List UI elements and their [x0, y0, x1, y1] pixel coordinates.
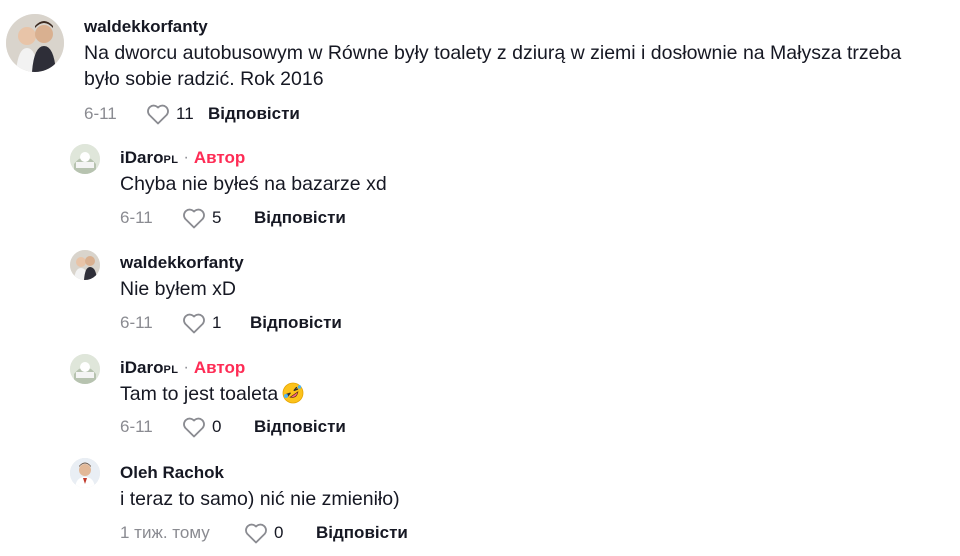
username[interactable]: Oleh Rachok	[120, 463, 224, 483]
comment-header: waldekkorfanty	[84, 16, 940, 38]
like-button[interactable]: 1	[182, 312, 250, 334]
comment-time: 1 тиж. тому	[120, 523, 210, 542]
username[interactable]: iDaroPL	[120, 358, 179, 378]
comment-content: Oleh Rachok i teraz to samo) nić nie zmi…	[120, 462, 940, 512]
reply-button[interactable]: Відповісти	[208, 104, 300, 124]
comment-content: waldekkorfanty Na dworcu autobusowym w R…	[84, 16, 940, 92]
like-count: 5	[212, 208, 222, 227]
heart-icon[interactable]	[182, 312, 206, 334]
comment-time: 6-11	[120, 313, 153, 332]
comment-header: Oleh Rachok	[120, 462, 940, 484]
comment-meta: 1 тиж. тому 0 Відповісти	[120, 520, 408, 546]
avatar[interactable]	[70, 250, 100, 280]
reply-button[interactable]: Відповісти	[250, 313, 342, 333]
rolling-laughing-emoji-icon	[282, 382, 304, 404]
avatar[interactable]	[70, 144, 100, 174]
comment-time: 6-11	[120, 417, 153, 436]
avatar[interactable]	[6, 14, 64, 72]
like-button[interactable]: 0	[244, 522, 316, 544]
comment-text: Na dworcu autobusowym w Równe były toale…	[84, 42, 902, 90]
username[interactable]: waldekkorfanty	[120, 253, 244, 273]
comment-header: iDaroPL · Автор	[120, 147, 940, 169]
heart-icon[interactable]	[146, 103, 170, 125]
reply-button[interactable]: Відповісти	[254, 208, 346, 228]
like-count: 11	[176, 104, 194, 123]
heart-icon[interactable]	[182, 416, 206, 438]
comment-header: waldekkorfanty	[120, 252, 940, 274]
author-badge: Автор	[193, 358, 246, 377]
heart-icon[interactable]	[244, 522, 268, 544]
comment-meta: 6-11 11 Відповісти	[84, 101, 300, 127]
username[interactable]: iDaroPL	[120, 148, 179, 168]
reply-button[interactable]: Відповісти	[254, 417, 346, 437]
comment-content: iDaroPL · Автор Tam to jest toaleta	[120, 357, 940, 407]
like-count: 1	[212, 313, 222, 332]
like-button[interactable]: 0	[182, 416, 254, 438]
comment-text: Tam to jest toaleta	[120, 381, 940, 407]
comment-text: i teraz to samo) nić nie zmieniło)	[120, 488, 400, 510]
comment-time: 6-11	[120, 208, 153, 227]
username-suffix: PL	[163, 364, 179, 376]
like-button[interactable]: 5	[182, 207, 254, 229]
heart-icon[interactable]	[182, 207, 206, 229]
like-count: 0	[212, 417, 222, 436]
avatar[interactable]	[70, 354, 100, 384]
username[interactable]: waldekkorfanty	[84, 17, 208, 37]
username-suffix: PL	[163, 154, 179, 166]
like-count: 0	[274, 523, 284, 542]
comment-meta: 6-11 5 Відповісти	[120, 205, 346, 231]
reply-button[interactable]: Відповісти	[316, 523, 408, 543]
comment-text: Nie byłem xD	[120, 278, 236, 300]
comment-header: iDaroPL · Автор	[120, 357, 940, 379]
username-text: iDaro	[120, 358, 164, 377]
avatar[interactable]	[70, 458, 100, 488]
comment-text-body: Tam to jest toaleta	[120, 383, 279, 405]
comment-time: 6-11	[84, 104, 117, 123]
comment-meta: 6-11 0 Відповісти	[120, 414, 346, 440]
comment-meta: 6-11 1 Відповісти	[120, 310, 342, 336]
separator-dot: ·	[183, 149, 189, 166]
author-badge: Автор	[193, 148, 246, 167]
comment-text: Chyba nie byłeś na bazarze xd	[120, 173, 387, 195]
username-text: iDaro	[120, 148, 164, 167]
comment-content: iDaroPL · Автор Chyba nie byłeś na bazar…	[120, 147, 940, 197]
comment-content: waldekkorfanty Nie byłem xD	[120, 252, 940, 302]
separator-dot: ·	[183, 359, 189, 376]
